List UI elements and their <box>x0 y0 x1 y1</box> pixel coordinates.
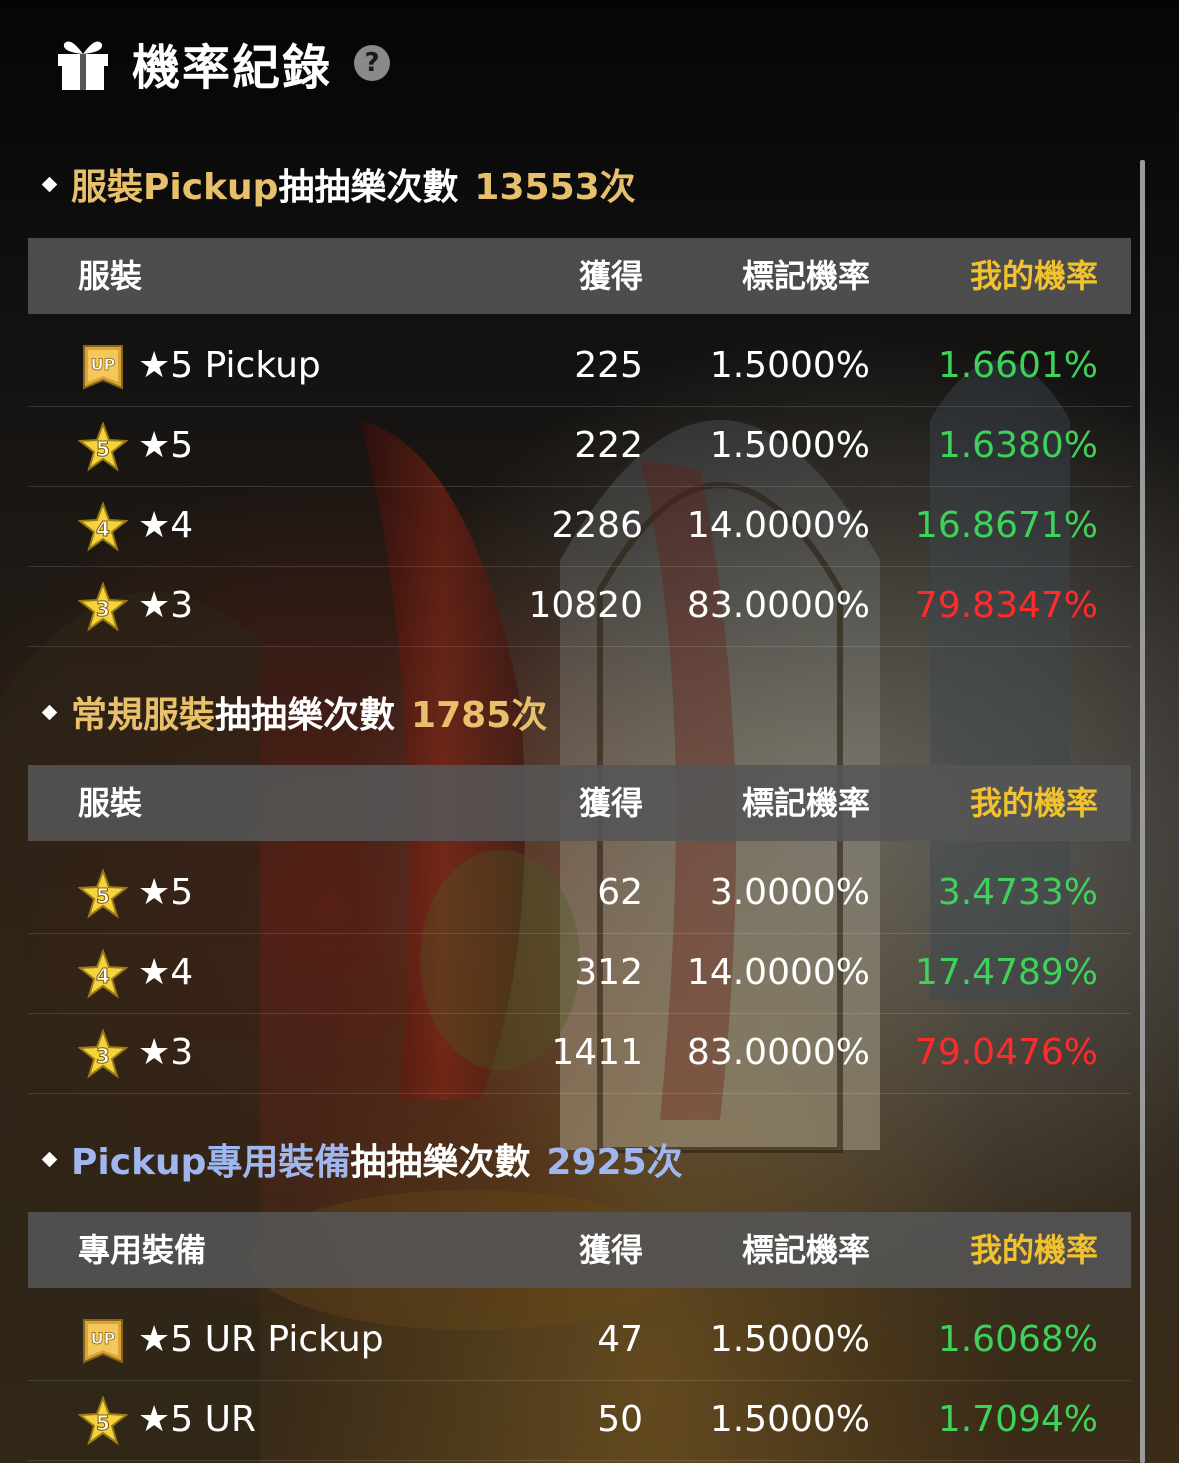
gift-icon <box>58 41 108 90</box>
svg-text:5: 5 <box>96 884 110 908</box>
svg-text:5: 5 <box>96 437 110 461</box>
obtained-count: 47 <box>597 1319 643 1360</box>
obtained-count: 222 <box>574 425 643 466</box>
svg-text:5: 5 <box>96 1411 110 1435</box>
listed-rate: 3.0000% <box>709 872 870 913</box>
star-5-badge-icon: 5 <box>77 868 129 919</box>
table-header: 服裝 獲得 標記機率 我的機率 <box>28 765 1131 841</box>
section-title-costume-pickup: 服裝Pickup 抽抽樂次數 13553次 <box>41 158 636 210</box>
diamond-bullet-icon <box>41 1151 58 1167</box>
table-row: UP ★5 Pickup 225 1.5000% 1.6601% <box>28 326 1131 407</box>
scrollbar[interactable] <box>1140 160 1145 1463</box>
up-badge-icon: UP <box>78 342 128 392</box>
rarity-label: ★3 <box>138 585 194 626</box>
table-row: 3 ★3 1411 83.0000% 79.0476% <box>28 1013 1131 1094</box>
my-rate: 79.0476% <box>914 1032 1098 1073</box>
listed-rate: 1.5000% <box>709 1319 870 1360</box>
draw-count: 2925次 <box>546 1142 683 1183</box>
page-title: 機率紀錄 <box>132 40 333 96</box>
listed-rate: 83.0000% <box>686 585 870 626</box>
table-row: 4 ★4 2286 14.0000% 16.8671% <box>28 486 1131 567</box>
rarity-label: ★5 Pickup <box>138 345 321 386</box>
rarity-label: ★4 <box>138 952 194 993</box>
draw-count: 1785次 <box>411 695 548 736</box>
svg-text:4: 4 <box>96 517 110 541</box>
probability-record-panel: 機率紀錄 ? 服裝Pickup 抽抽樂次數 13553次 服裝 獲得 標記機率 … <box>0 0 1179 1463</box>
svg-text:3: 3 <box>96 597 110 621</box>
my-rate: 3.4733% <box>937 872 1098 913</box>
star-5-badge-icon: 5 <box>77 421 129 472</box>
obtained-count: 312 <box>574 952 643 993</box>
header: 機率紀錄 ? <box>52 28 391 98</box>
section-title-pickup-equipment: Pickup專用裝備 抽抽樂次數 2925次 <box>41 1133 683 1185</box>
obtained-count: 225 <box>574 345 643 386</box>
listed-rate: 14.0000% <box>686 952 870 993</box>
table-row: 3 ★3 10820 83.0000% 79.8347% <box>28 566 1131 647</box>
table-row: 4 ★4 312 14.0000% 17.4789% <box>28 933 1131 1014</box>
obtained-count: 1411 <box>551 1032 643 1073</box>
listed-rate: 1.5000% <box>709 1399 870 1440</box>
table-header: 服裝 獲得 標記機率 我的機率 <box>28 238 1131 314</box>
table-row: 5 ★5 222 1.5000% 1.6380% <box>28 406 1131 487</box>
rarity-label: ★4 <box>138 505 194 546</box>
table-header: 專用裝備 獲得 標記機率 我的機率 <box>28 1212 1131 1288</box>
help-icon[interactable]: ? <box>354 45 391 81</box>
obtained-count: 2286 <box>551 505 643 546</box>
rarity-label: ★5 UR <box>138 1399 256 1440</box>
star-5-badge-icon: 5 <box>77 1395 129 1446</box>
rarity-label: ★3 <box>138 1032 194 1073</box>
rarity-label: ★5 <box>138 425 194 466</box>
star-3-badge-icon: 3 <box>77 1028 129 1079</box>
listed-rate: 1.5000% <box>709 425 870 466</box>
my-rate: 1.6380% <box>937 425 1098 466</box>
star-4-badge-icon: 4 <box>77 948 129 999</box>
my-rate: 1.6068% <box>937 1319 1098 1360</box>
star-3-badge-icon: 3 <box>77 581 129 632</box>
my-rate: 79.8347% <box>914 585 1098 626</box>
table-row: UP ★5 UR Pickup 47 1.5000% 1.6068% <box>28 1300 1131 1381</box>
table-row: 5 ★5 UR 50 1.5000% 1.7094% <box>28 1380 1131 1461</box>
svg-text:3: 3 <box>96 1044 110 1068</box>
table-row: 5 ★5 62 3.0000% 3.4733% <box>28 853 1131 934</box>
listed-rate: 83.0000% <box>686 1032 870 1073</box>
svg-text:UP: UP <box>91 355 116 374</box>
my-rate: 1.6601% <box>937 345 1098 386</box>
obtained-count: 50 <box>597 1399 643 1440</box>
star-4-badge-icon: 4 <box>77 501 129 552</box>
obtained-count: 10820 <box>528 585 643 626</box>
rarity-label: ★5 UR Pickup <box>138 1319 384 1360</box>
my-rate: 17.4789% <box>914 952 1098 993</box>
svg-text:4: 4 <box>96 964 110 988</box>
up-badge-icon: UP <box>78 1316 128 1366</box>
diamond-bullet-icon <box>41 704 58 720</box>
my-rate: 1.7094% <box>937 1399 1098 1440</box>
my-rate: 16.8671% <box>914 505 1098 546</box>
section-title-regular-costume: 常規服裝 抽抽樂次數 1785次 <box>41 686 548 738</box>
rarity-label: ★5 <box>138 872 194 913</box>
diamond-bullet-icon <box>41 176 58 192</box>
draw-count: 13553次 <box>474 167 636 208</box>
listed-rate: 14.0000% <box>686 505 870 546</box>
svg-text:UP: UP <box>91 1329 116 1348</box>
obtained-count: 62 <box>597 872 643 913</box>
listed-rate: 1.5000% <box>709 345 870 386</box>
